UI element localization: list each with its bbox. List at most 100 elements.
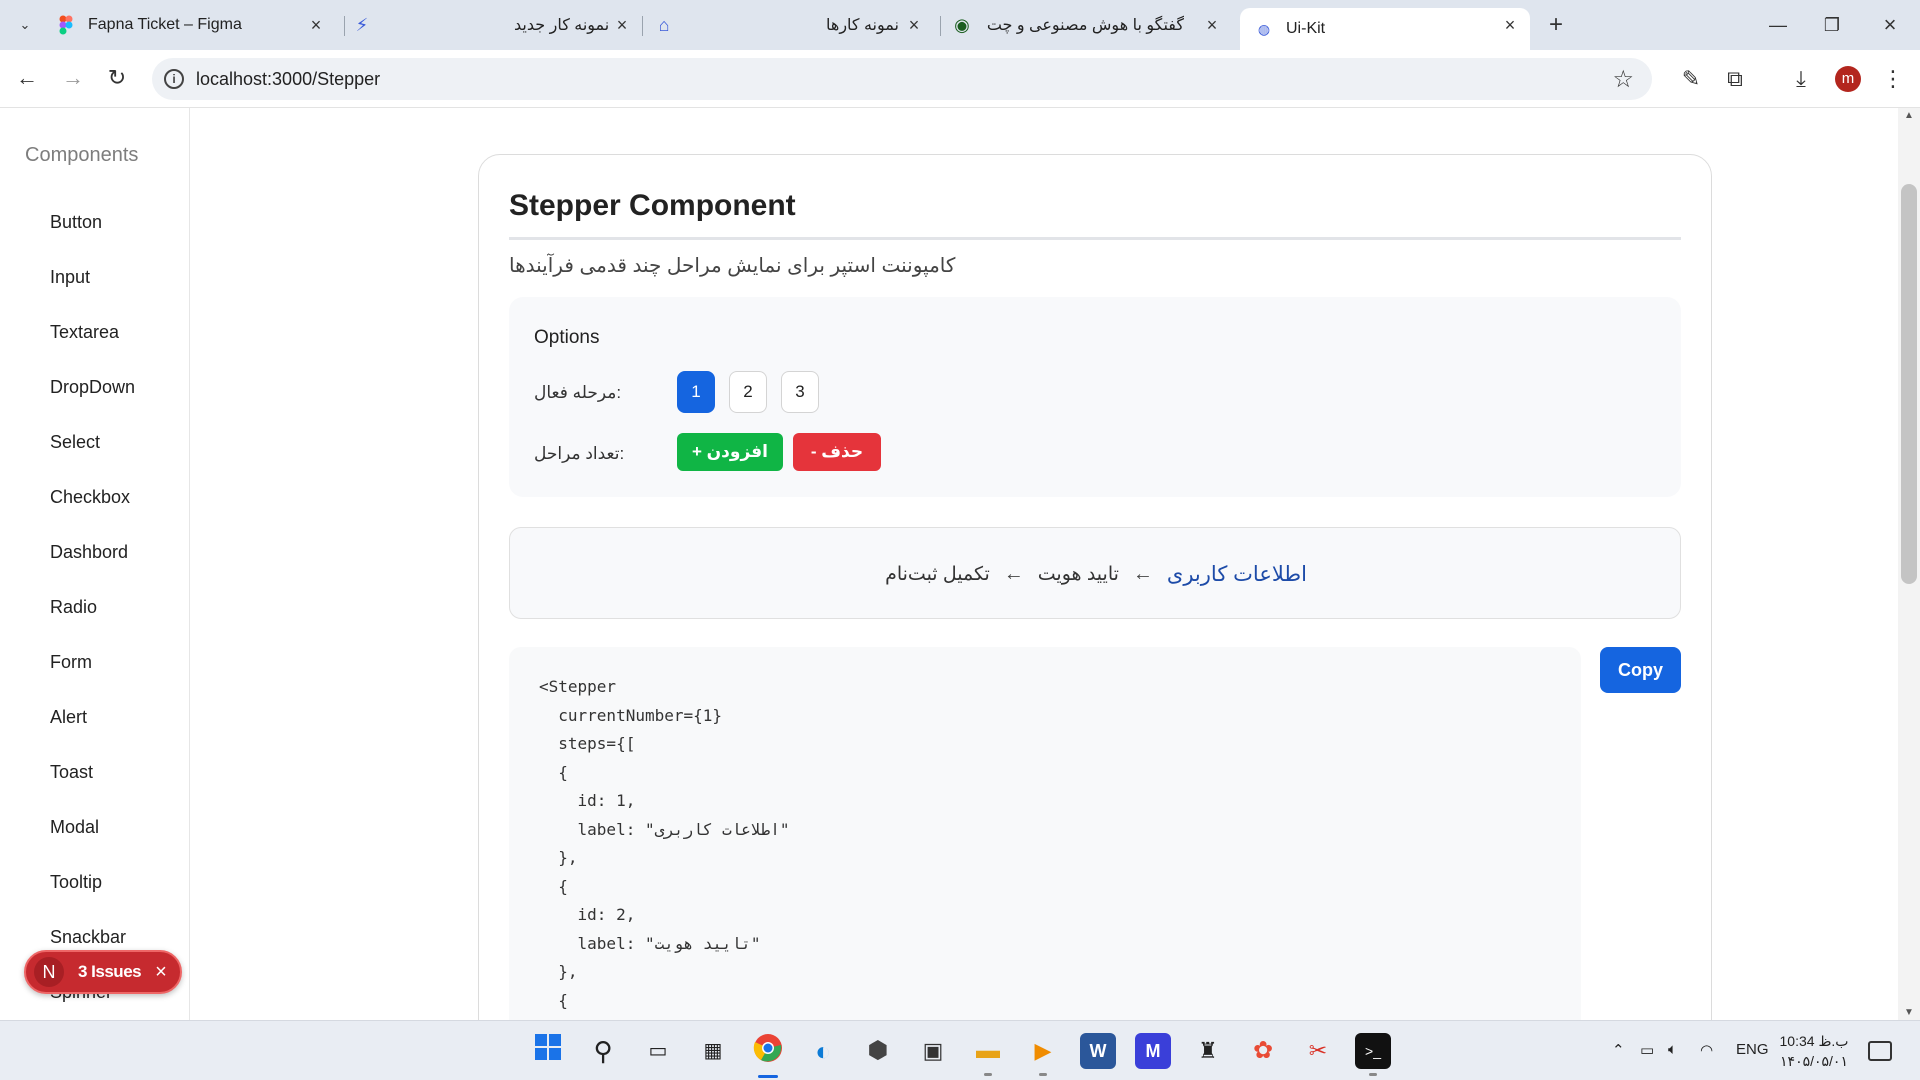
step-count-label: :تعداد مراحل (534, 444, 625, 463)
running-indicator (984, 1073, 992, 1076)
sidebar-item-modal[interactable]: Modal (50, 817, 99, 838)
page-scrollbar[interactable]: ▲ ▼ (1898, 108, 1920, 1020)
active-step-label: :مرحله فعال (534, 383, 622, 402)
page-content: Components Button Input Textarea DropDow… (0, 108, 1920, 1020)
tab-close-icon[interactable]: × (1202, 15, 1222, 35)
title-divider (509, 237, 1681, 240)
browser-toolbar: ← → ↻ i localhost:3000/Stepper ☆ ✎ ⧉ ⤓ m… (0, 50, 1920, 108)
wifi-icon[interactable]: ◠ (1700, 1041, 1713, 1059)
browser-menu-icon[interactable]: ⋮ (1878, 64, 1908, 94)
eyedropper-icon[interactable]: ✎ (1676, 64, 1706, 94)
edge-icon[interactable]: ◐ (805, 1033, 841, 1069)
options-title: Options (534, 327, 600, 348)
tab-title: گفتگو با هوش مصنوعی و چت جی (984, 17, 1184, 34)
window-close-icon[interactable]: × (1872, 10, 1908, 40)
step-select-button-3[interactable]: 3 (781, 371, 819, 413)
copy-button[interactable]: Copy (1600, 647, 1681, 693)
chrome-icon[interactable] (750, 1033, 786, 1069)
notification-icon[interactable] (1868, 1041, 1892, 1061)
profile-avatar[interactable]: m (1835, 66, 1861, 92)
snipping-tool-icon[interactable]: ✂ (1300, 1033, 1336, 1069)
nextjs-issues-badge[interactable]: N 3 Issues × (24, 950, 182, 994)
file-explorer-icon[interactable]: ▬ (970, 1033, 1006, 1069)
step-select-button-2[interactable]: 2 (729, 371, 767, 413)
app-m-icon[interactable]: M (1135, 1033, 1171, 1069)
address-bar[interactable]: i localhost:3000/Stepper ☆ (152, 58, 1652, 100)
download-icon[interactable]: ⤓ (1786, 64, 1816, 94)
language-indicator[interactable]: ENG (1736, 1041, 1769, 1058)
step-select-button-1[interactable]: 1 (677, 371, 715, 413)
sidebar-item-form[interactable]: Form (50, 652, 92, 673)
word-icon[interactable]: W (1080, 1033, 1116, 1069)
sidebar-item-dropdown[interactable]: DropDown (50, 377, 135, 398)
app-hexagon-icon[interactable]: ⬢ (860, 1033, 896, 1069)
sidebar-item-snackbar[interactable]: Snackbar (50, 927, 126, 948)
scroll-up-icon[interactable]: ▲ (1904, 110, 1914, 121)
close-icon[interactable]: × (155, 961, 167, 984)
extensions-icon[interactable]: ⧉ (1720, 64, 1750, 94)
sidebar-item-toast[interactable]: Toast (50, 762, 93, 783)
restore-icon[interactable]: ❐ (1814, 10, 1850, 40)
tab-close-icon[interactable]: × (904, 15, 924, 35)
sidebar-item-dashbord[interactable]: Dashbord (50, 542, 128, 563)
address-url[interactable]: localhost:3000/Stepper (196, 69, 380, 90)
media-player-icon[interactable]: ▶ (1025, 1033, 1061, 1069)
store-icon[interactable]: ▣ (915, 1033, 951, 1069)
sidebar-item-radio[interactable]: Radio (50, 597, 97, 618)
tab-figma[interactable]: Fapna Ticket – Figma × (56, 8, 336, 42)
tab-close-icon[interactable]: × (1500, 15, 1520, 35)
windows-taskbar: ⚲ ▭ ▦ ◐ ⬢ ▣ ▬ ▶ W M ♜ ✿ ✂ >_ ⌃ ▭ 🔈︎ ◠ EN… (0, 1020, 1920, 1080)
figma-icon (56, 15, 76, 35)
house-icon: ⌂ (658, 14, 670, 35)
running-indicator (1369, 1073, 1377, 1076)
tab-search-chevron-icon[interactable]: ⌄ (10, 10, 40, 40)
tab-separator (940, 16, 941, 36)
step-label-3: تکمیل ثبت‌نام (885, 563, 990, 585)
components-sidebar: Components Button Input Textarea DropDow… (0, 108, 190, 1020)
step-label-2: تایید هویت (1037, 563, 1119, 585)
tab-new-portfolio[interactable]: ⚡ نمونه کار جدید × (352, 8, 642, 42)
scrollbar-thumb[interactable] (1901, 184, 1917, 584)
app-ring-icon[interactable]: ✿ (1245, 1033, 1281, 1069)
forward-icon[interactable]: → (58, 63, 88, 93)
running-indicator (1039, 1073, 1047, 1076)
issues-count[interactable]: 3 Issues (78, 962, 142, 982)
minimize-icon[interactable]: — (1760, 10, 1796, 40)
add-step-button[interactable]: افزودن + (677, 433, 783, 471)
sidebar-heading: Components (25, 144, 139, 166)
battery-icon[interactable]: ▭ (1640, 1041, 1654, 1059)
sidebar-item-input[interactable]: Input (50, 267, 90, 288)
task-view-icon[interactable]: ▭ (640, 1033, 676, 1069)
windows-start-icon[interactable] (530, 1033, 566, 1069)
tab-close-icon[interactable]: × (306, 15, 326, 35)
tab-close-icon[interactable]: × (612, 15, 632, 35)
sidebar-item-tooltip[interactable]: Tooltip (50, 872, 102, 893)
back-icon[interactable]: ← (12, 63, 42, 93)
sidebar-item-select[interactable]: Select (50, 432, 100, 453)
site-info-icon[interactable]: i (164, 69, 184, 89)
system-clock[interactable]: 10:34 ب.ظ ۱۴۰۵/۰۵/۰۱ (1778, 1031, 1850, 1071)
app-figure-icon[interactable]: ♜ (1190, 1033, 1226, 1069)
sidebar-item-textarea[interactable]: Textarea (50, 322, 119, 343)
new-tab-button[interactable]: + (1542, 12, 1570, 40)
remove-step-button[interactable]: حذف - (793, 433, 881, 471)
volume-icon[interactable]: 🔈︎ (1668, 1041, 1677, 1058)
tab-portfolio[interactable]: ⌂ نمونه کارها × (654, 8, 934, 42)
tab-separator (344, 16, 345, 36)
search-icon[interactable]: ⚲ (585, 1033, 621, 1069)
tray-chevron-icon[interactable]: ⌃ (1612, 1041, 1625, 1059)
stepper-steps: اطلاعات کاربری ← تایید هویت ← تکمیل ثبت‌… (510, 528, 1682, 620)
sidebar-item-button[interactable]: Button (50, 212, 102, 233)
tab-ui-kit[interactable]: ◍ Ui-Kit × (1240, 8, 1530, 50)
sidebar-item-alert[interactable]: Alert (50, 707, 87, 728)
step-label-1: اطلاعات کاربری (1166, 562, 1307, 586)
terminal-icon[interactable]: >_ (1355, 1033, 1391, 1069)
options-panel: Options :مرحله فعال 1 2 3 :تعداد مراحل ا… (509, 297, 1681, 497)
bookmark-star-icon[interactable]: ☆ (1612, 65, 1634, 94)
active-app-indicator (758, 1075, 778, 1078)
tab-ai-chat[interactable]: ◉ گفتگو با هوش مصنوعی و چت جی × (952, 8, 1232, 42)
sidebar-item-checkbox[interactable]: Checkbox (50, 487, 130, 508)
scroll-down-icon[interactable]: ▼ (1904, 1007, 1914, 1018)
widgets-icon[interactable]: ▦ (695, 1033, 731, 1069)
reload-icon[interactable]: ↻ (102, 63, 132, 93)
